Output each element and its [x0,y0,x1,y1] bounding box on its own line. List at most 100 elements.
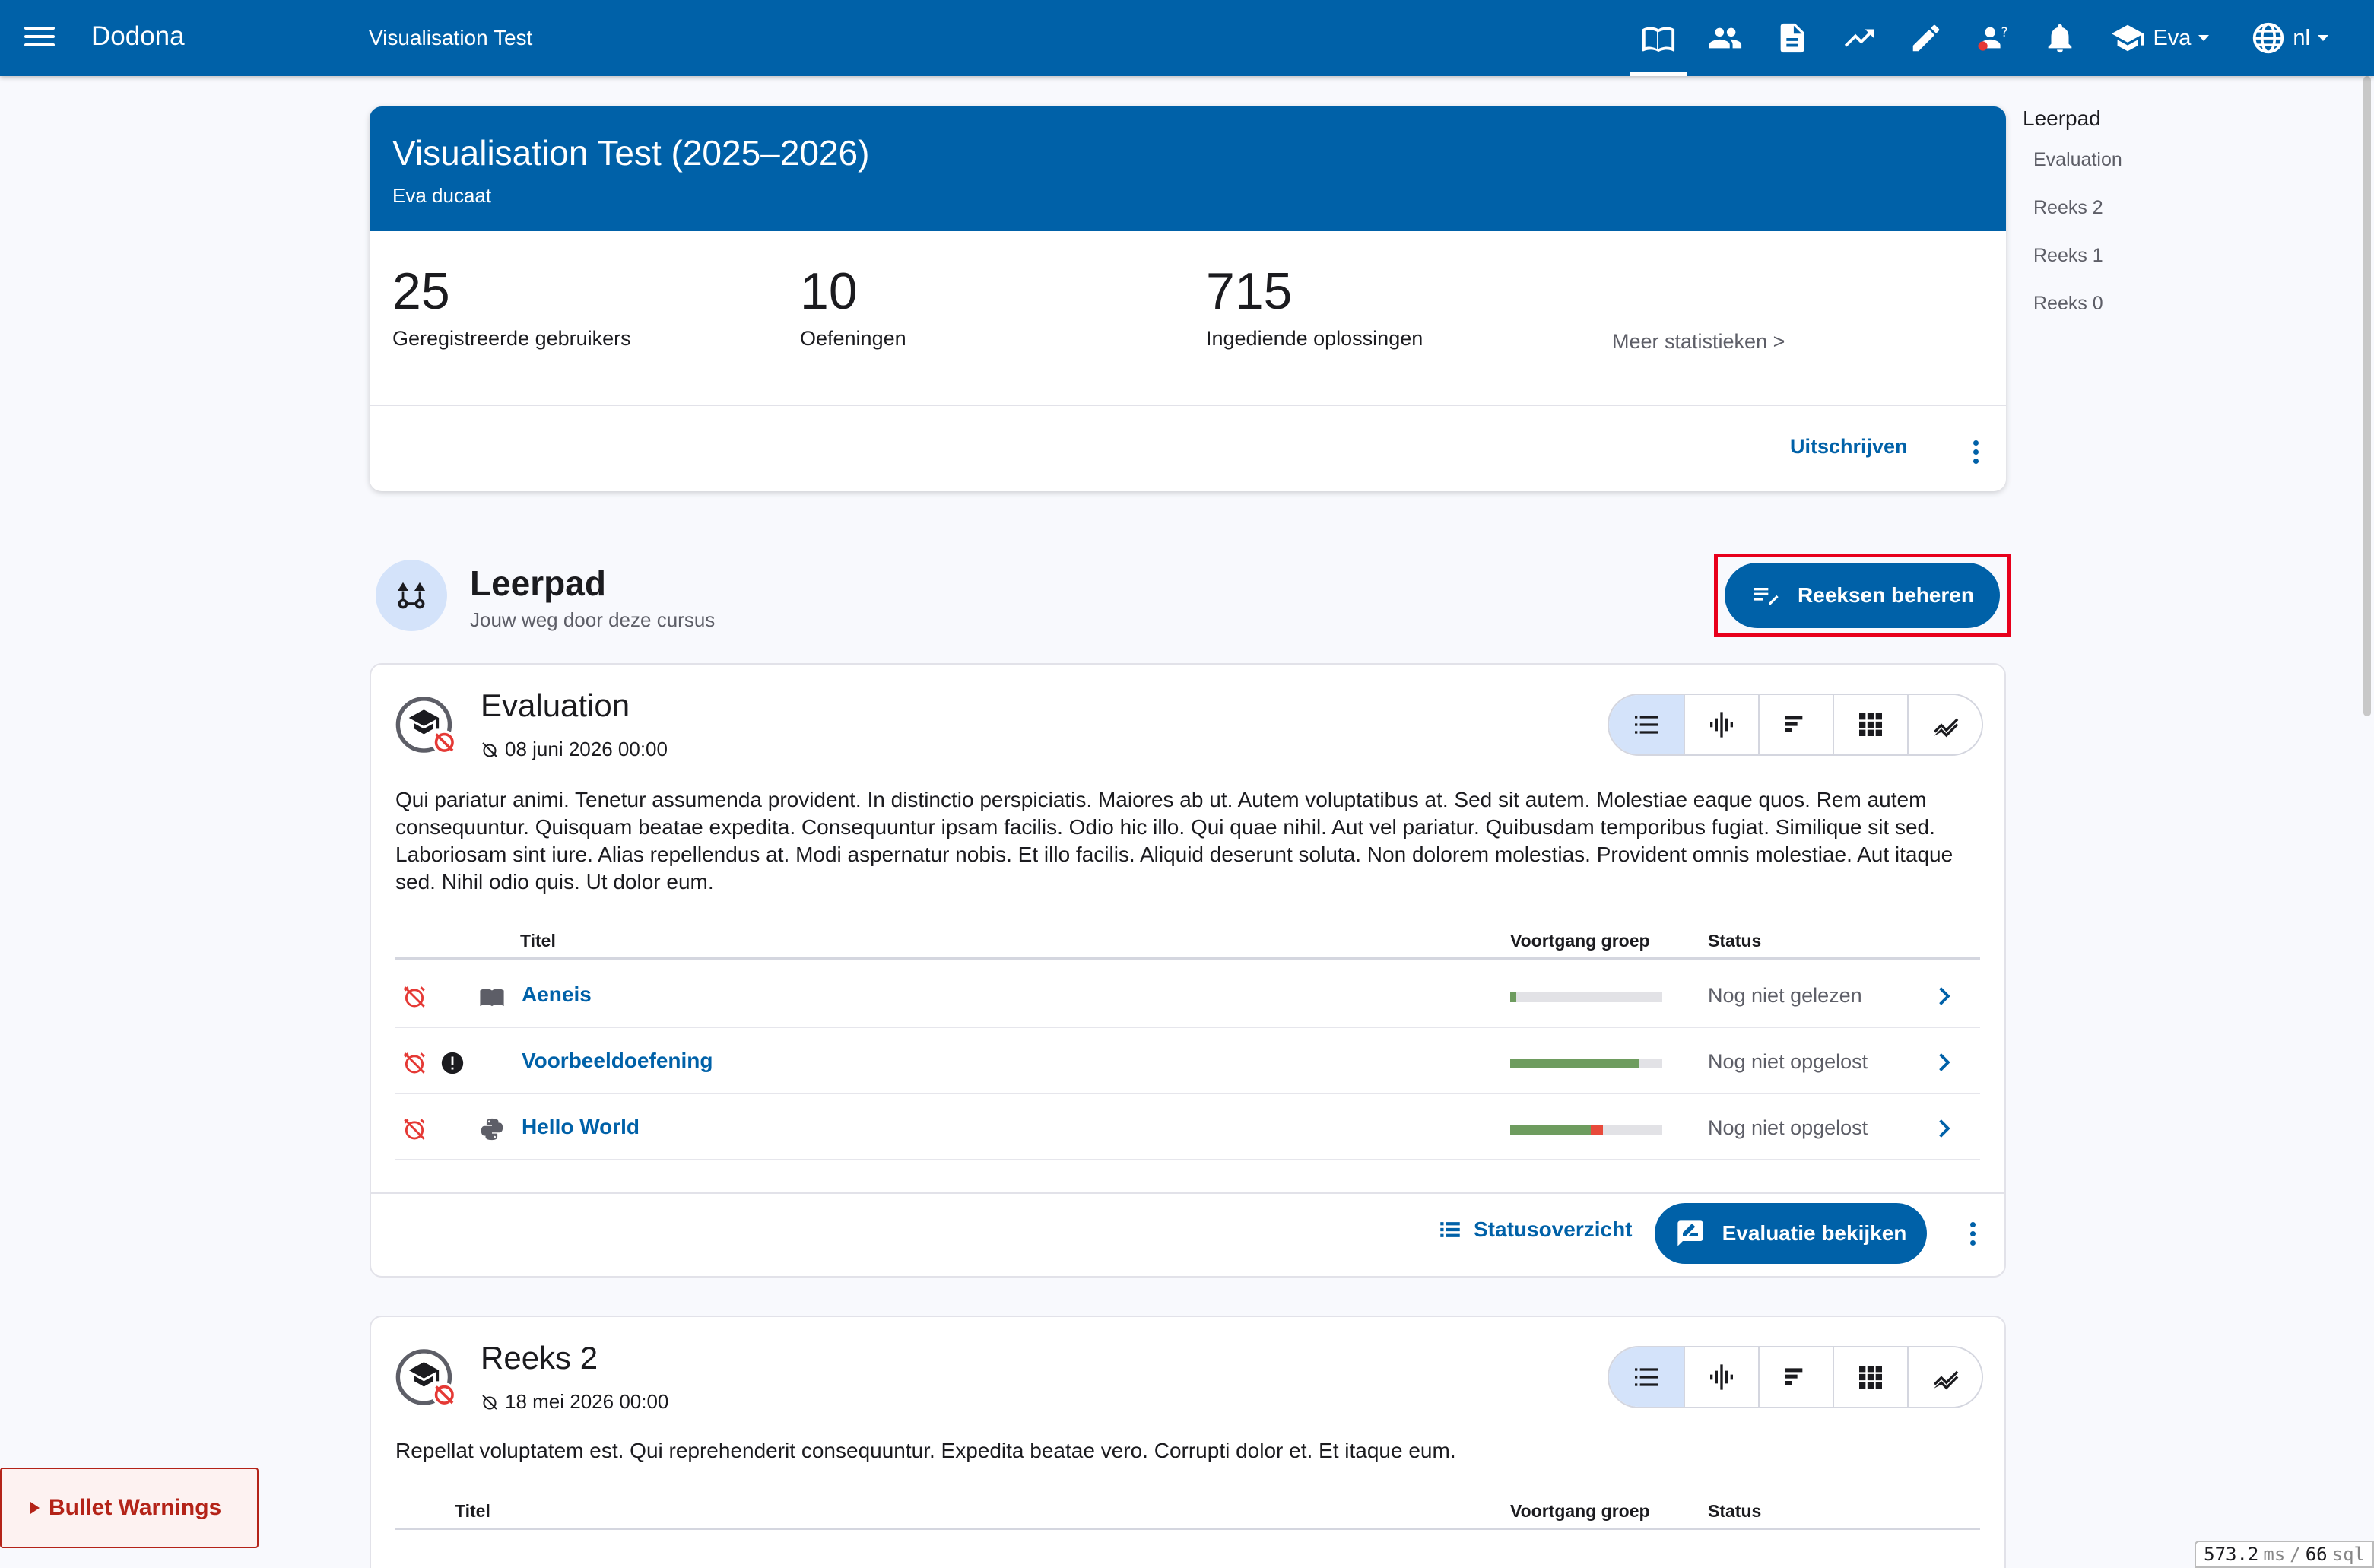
bullet-warnings-toggle[interactable]: Bullet Warnings [0,1468,259,1548]
violin-chart-icon[interactable] [1684,1347,1758,1407]
chevron-right-icon[interactable] [1930,1115,1957,1142]
series-title[interactable]: Evaluation [481,687,630,724]
exercise-link[interactable]: Aeneis [522,982,592,1007]
exercise-link[interactable]: Voorbeeldoefening [522,1049,713,1073]
language-menu[interactable]: nl [2252,21,2328,55]
toc-item-reeks-1[interactable]: Reeks 1 [2033,245,2122,267]
status-overview-button[interactable]: Statusoverzicht [1437,1217,1633,1243]
perf-sql-unit: sql [2331,1544,2365,1565]
course-title: Visualisation Test (2025–2026) [392,133,870,173]
violin-chart-icon[interactable] [1684,695,1758,754]
status-overview-label: Statusoverzicht [1474,1217,1633,1241]
user-menu[interactable]: Eva [2110,21,2210,56]
svg-text:?: ? [2001,25,2008,40]
stacked-bar-icon[interactable] [1758,695,1833,754]
top-navbar: Dodona Visualisation Test ? Eva nl [0,0,2374,76]
progress-correct [1510,1059,1639,1068]
table-row[interactable]: Aeneis Nog niet gelezen [395,963,1980,1028]
course-header: Visualisation Test (2025–2026) Eva ducaa… [370,106,2006,231]
exercise-status: Nog niet gelezen [1708,984,1862,1007]
exercise-status: Nog niet opgelost [1708,1116,1868,1139]
stacked-bar-icon[interactable] [1758,1347,1833,1407]
series-more-icon[interactable] [1956,1217,1989,1250]
table-row[interactable]: Hello World Nog niet opgelost [395,1095,1980,1160]
users-icon[interactable] [1692,0,1759,76]
perf-separator: / [2290,1544,2301,1565]
manage-series-button[interactable]: Reeksen beheren [1725,563,2000,628]
course-teacher: Eva ducaat [392,184,492,207]
globe-icon [2253,22,2284,54]
view-evaluation-button[interactable]: Evaluatie bekijken [1655,1203,1927,1264]
heatmap-icon[interactable] [1833,1347,1907,1407]
more-statistics-link[interactable]: Meer statistieken > [1612,330,1785,354]
exercise-table-header: Titel Voortgang groep Status [395,928,1980,960]
book-icon [480,989,504,1007]
toc-title[interactable]: Leerpad [2023,106,2122,131]
series-title[interactable]: Reeks 2 [481,1340,598,1376]
divider [370,405,2006,406]
alarm-off-icon [404,1052,425,1074]
manage-series-label: Reeksen beheren [1798,583,1974,607]
topbar-actions: ? Eva nl [1625,0,2328,76]
graduation-cap-icon [2112,24,2144,52]
toc-item-reeks-0[interactable]: Reeks 0 [2033,293,2122,315]
stat-label: Ingediende oplossingen [1206,327,1423,350]
series-cap-icon [395,1349,457,1408]
chevron-right-icon[interactable] [1930,1049,1957,1076]
list-view-icon[interactable] [1609,1347,1684,1407]
visualisation-toggle [1608,694,1983,756]
exercise-link[interactable]: Hello World [522,1115,640,1139]
stat-label: Oefeningen [800,327,906,350]
course-book-icon[interactable] [1625,0,1692,76]
timeseries-icon[interactable] [1907,695,1982,754]
language-code: nl [2293,25,2310,50]
perf-ms-unit: ms [2263,1544,2286,1565]
learning-path-icon [376,560,447,631]
stat-value: 715 [1206,262,1293,320]
deadline-text: 18 mei 2026 00:00 [505,1390,669,1413]
progress-correct [1510,1125,1591,1135]
progress-correct [1510,992,1516,1002]
course-breadcrumb[interactable]: Visualisation Test [369,26,532,50]
question-users-icon[interactable]: ? [1960,0,2026,76]
alarm-off-icon [482,1394,497,1410]
list-view-icon[interactable] [1609,695,1684,754]
document-icon[interactable] [1759,0,1826,76]
course-more-icon[interactable] [1959,435,1992,468]
pencil-icon[interactable] [1893,0,1960,76]
scrollbar[interactable] [2363,76,2371,716]
series-deadline: 08 juni 2026 00:00 [481,738,668,761]
stat-label: Geregistreerde gebruikers [392,327,631,350]
alarm-off-icon [404,1119,425,1140]
progress-wrong [1591,1125,1603,1135]
series-description: Qui pariatur animi. Tenetur assumenda pr… [395,788,1953,894]
view-evaluation-label: Evaluatie bekijken [1722,1221,1907,1245]
alarm-off-icon [482,741,497,757]
bell-icon[interactable] [2026,0,2093,76]
exercise-table-header: Titel Voortgang groep Status [395,1498,1980,1530]
learning-path-title: Leerpad [470,563,606,603]
performance-badge[interactable]: 573.2 ms / 66 sql [2195,1541,2374,1568]
divider [371,1192,2004,1194]
triangle-right-icon [30,1502,40,1514]
user-name: Eva [2153,25,2192,50]
table-row[interactable]: Voorbeeldoefening Nog niet opgelost [395,1029,1980,1094]
timeseries-icon[interactable] [1907,1347,1982,1407]
visualisation-toggle [1608,1346,1983,1408]
stat-users: 25 Geregistreerde gebruikers [392,262,631,351]
perf-sql: 66 [2305,1544,2328,1565]
series-cap-icon [395,697,457,755]
chevron-right-icon[interactable] [1930,982,1957,1010]
deadline-text: 08 juni 2026 00:00 [505,738,668,760]
group-progress-bar [1510,1059,1662,1068]
toc-item-evaluation[interactable]: Evaluation [2033,149,2122,171]
alarm-off-icon [404,986,425,1008]
unsubscribe-button[interactable]: Uitschrijven [1790,435,1908,459]
course-stats: 25 Geregistreerde gebruikers 10 Oefening… [370,231,2006,406]
hamburger-menu-icon[interactable] [23,21,56,55]
trending-up-icon[interactable] [1826,0,1893,76]
heatmap-icon[interactable] [1833,695,1907,754]
col-status: Status [1708,931,1762,951]
brand-logo[interactable]: Dodona [91,21,185,52]
toc-item-reeks-2[interactable]: Reeks 2 [2033,197,2122,219]
